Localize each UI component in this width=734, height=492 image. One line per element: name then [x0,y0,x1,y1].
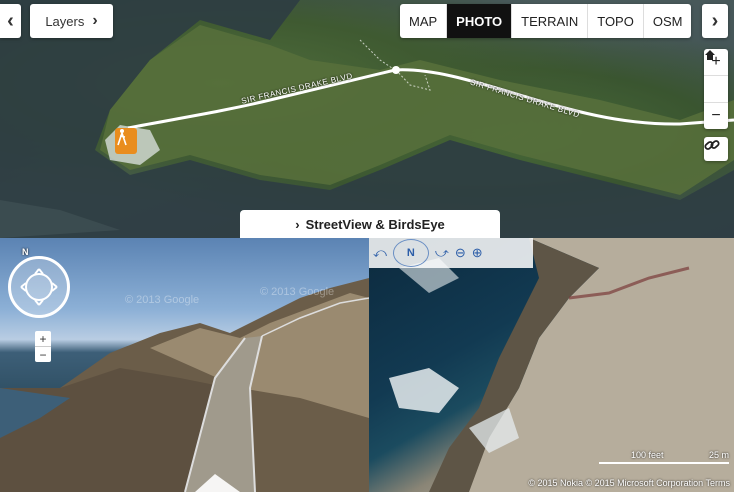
pan-arrows-icon [20,268,58,306]
scale-meters-label: 25 m [709,450,730,460]
share-link-button[interactable] [704,137,728,161]
streetview-panel[interactable]: © 2013 Google © 2013 Google N + − [0,238,369,492]
aerial-map[interactable]: SIR FRANCIS DRAKE BLVD SIR FRANCIS DRAKE… [0,0,734,238]
streetview-zoom-out[interactable]: − [35,347,51,362]
streetview-zoom-controls: + − [35,331,51,362]
zoom-out-button[interactable]: − [704,103,728,129]
tab-photo[interactable]: PHOTO [447,4,513,38]
map-zoom-controls: + − [704,49,728,129]
tab-osm[interactable]: OSM [644,4,692,38]
chevron-right-icon: › [92,12,98,29]
streetview-pan-control[interactable] [8,256,70,318]
scale-feet-label: 100 feet [631,450,664,460]
back-button[interactable]: ‹ [0,4,21,38]
tab-map[interactable]: MAP [400,4,448,38]
chevron-right-icon: › [295,216,300,232]
zoom-out-icon[interactable]: ⊖ [455,245,466,261]
rotate-left-icon[interactable]: ⤺ [373,245,387,261]
birdseye-imagery [389,238,734,492]
streetview-watermark-1: © 2013 Google [125,294,200,306]
streetview-bar-label: StreetView & BirdsEye [305,216,445,232]
streetview-toggle-bar[interactable]: › StreetView & BirdsEye [240,210,500,238]
hiker-marker-icon[interactable] [115,128,137,154]
link-icon [704,140,720,150]
streetview-zoom-in[interactable]: + [35,331,51,347]
birdseye-panel[interactable]: ⤺ N ⤻ ⊖ ⊕ 100 feet 25 m © 2015 Nokia © 2… [369,238,734,492]
tab-topo[interactable]: TOPO [588,4,644,38]
rotate-right-icon[interactable]: ⤻ [435,245,449,261]
chevron-right-icon: › [711,9,719,32]
tab-terrain[interactable]: TERRAIN [512,4,589,38]
compass-north-label: N [22,247,29,257]
birdseye-compass[interactable]: N [392,239,429,267]
zoom-in-icon[interactable]: ⊕ [472,245,483,261]
more-layers-button[interactable]: › [702,4,728,38]
chevron-left-icon: ‹ [7,9,14,32]
birdseye-toolbar: ⤺ N ⤻ ⊖ ⊕ [369,238,533,268]
basemap-tabs: MAP PHOTO TERRAIN TOPO OSM [400,4,692,38]
streetview-watermark-2: © 2013 Google [260,286,335,298]
home-button[interactable] [704,50,728,103]
birdseye-copyright[interactable]: © 2015 Nokia © 2015 Microsoft Corporatio… [528,478,730,488]
compass-north-label: N [406,247,415,259]
home-icon [705,50,715,60]
birdseye-scale-bar [599,462,729,464]
layers-label: Layers [45,13,85,29]
layers-button[interactable]: Layers › [30,4,113,38]
